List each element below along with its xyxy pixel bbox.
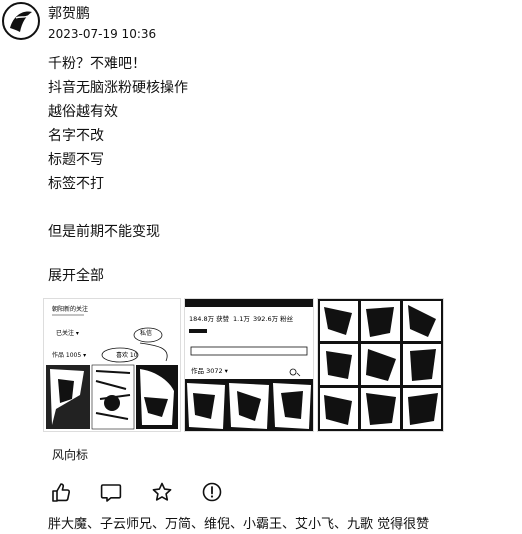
post-line-blank — [48, 196, 508, 220]
post-line: 抖音无脑涨粉硬核操作 — [48, 80, 188, 96]
liked-by-list[interactable]: 胖大魔、子云师兄、万简、维倪、小霸王、艾小飞、九歌 觉得很赞 — [48, 516, 429, 534]
expand-all-link[interactable]: 展开全部 — [48, 266, 104, 286]
post-line: 名字不改 — [48, 128, 104, 144]
post-line: 越俗越有效 — [48, 104, 118, 120]
image-gallery: 朝阳新的关注 已关注 ▾ 私信 作品 1005 ▾ 喜欢 10 184.8万 获… — [43, 298, 444, 432]
image-text: 392.6万 粉丝 — [253, 314, 294, 323]
action-bar — [50, 481, 250, 503]
image-text: 朝阳新的关注 — [52, 305, 88, 313]
image-text: 私信 — [140, 329, 152, 337]
post-line: 标题不写 — [48, 152, 104, 168]
image-text: 1.1万 — [233, 315, 250, 323]
post-body: 千粉？不难吧！ 抖音无脑涨粉硬核操作 越俗越有效 名字不改 标题不写 标签不打 … — [48, 52, 508, 244]
image-text: 作品 3072 ▾ — [191, 366, 229, 375]
post-line: 标签不打 — [48, 176, 104, 192]
post-timestamp: 2023-07-19 10:36 — [48, 27, 157, 41]
comment-icon[interactable] — [100, 481, 122, 503]
image-text: 184.8万 获赞 — [189, 314, 230, 323]
post-line: 千粉？不难吧！ — [48, 56, 146, 72]
author-name[interactable]: 郭贺鹏 — [48, 5, 90, 23]
image-text: 已关注 ▾ — [56, 329, 79, 337]
profile-stats-screenshot-image[interactable]: 184.8万 获赞 1.1万 392.6万 粉丝 作品 3072 ▾ — [184, 298, 314, 432]
video-grid-screenshot-image[interactable] — [317, 298, 444, 432]
report-icon[interactable] — [201, 481, 223, 503]
avatar-image — [10, 11, 32, 32]
thumbs-up-icon[interactable] — [50, 481, 72, 503]
image-text: 作品 1005 ▾ — [52, 351, 86, 359]
post-header: 郭贺鹏 2023-07-19 10:36 — [0, 0, 522, 48]
topic-tag[interactable]: 风向标 — [52, 447, 88, 463]
image-text: 喜欢 10 — [116, 351, 138, 359]
star-icon[interactable] — [151, 481, 173, 503]
post-line: 但是前期不能变现 — [48, 224, 160, 240]
profile-screenshot-image[interactable]: 朝阳新的关注 已关注 ▾ 私信 作品 1005 ▾ 喜欢 10 — [43, 298, 181, 432]
avatar[interactable] — [2, 2, 40, 40]
